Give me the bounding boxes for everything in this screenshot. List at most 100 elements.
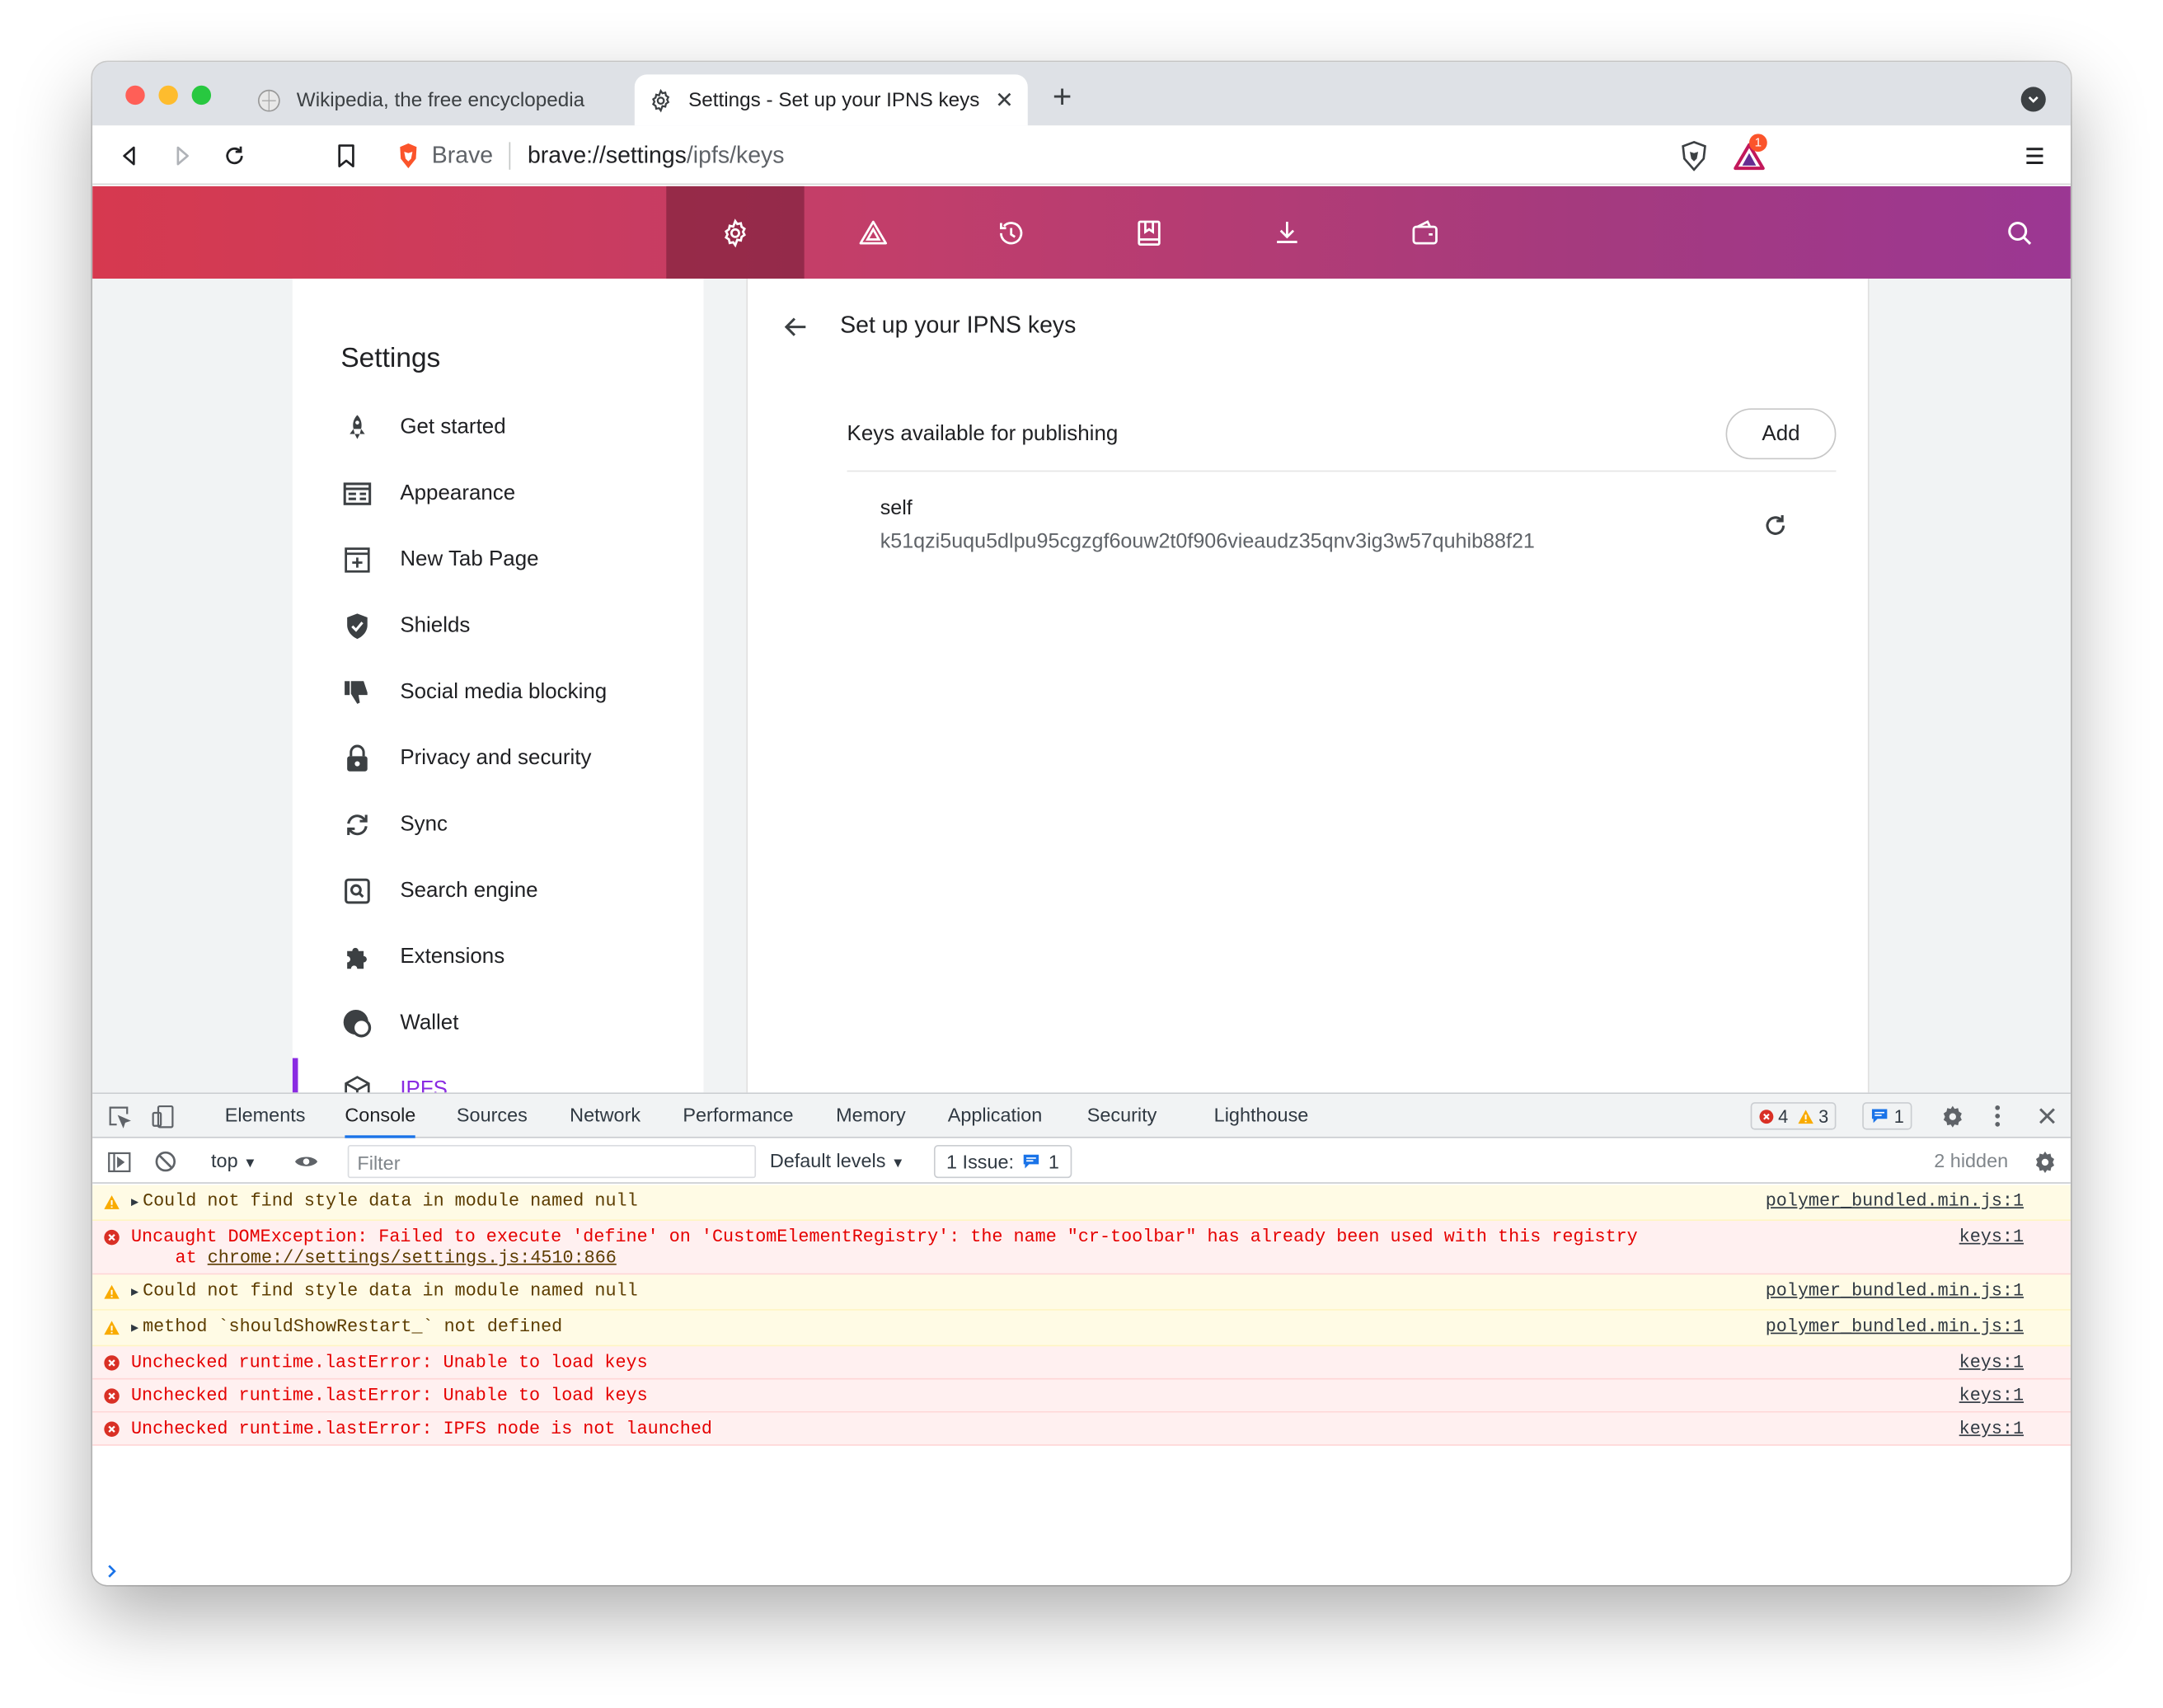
- address-bar[interactable]: Brave brave://settings/ipfs/keys: [384, 132, 1779, 178]
- device-toolbar-button[interactable]: [150, 1104, 175, 1128]
- devtools-tab-security[interactable]: Security: [1087, 1094, 1157, 1138]
- devtools-tab-application[interactable]: Application: [948, 1094, 1043, 1138]
- add-key-button[interactable]: Add: [1725, 408, 1837, 460]
- message-icon: [1023, 1154, 1039, 1169]
- forward-button[interactable]: [164, 138, 200, 174]
- tab-search-button[interactable]: [2020, 87, 2046, 112]
- reload-icon: [226, 146, 243, 165]
- expand-triangle-icon[interactable]: ▶: [131, 1286, 138, 1300]
- sidebar-item-new-tab-page[interactable]: New Tab Page: [340, 533, 539, 588]
- warning-icon: [1798, 1109, 1814, 1124]
- sidebar-item-appearance[interactable]: Appearance: [340, 467, 515, 522]
- reload-button[interactable]: [217, 138, 253, 174]
- sidebar-item-ipfs[interactable]: IPFS: [340, 1063, 448, 1093]
- nav-downloads[interactable]: [1218, 186, 1356, 279]
- back-button[interactable]: [112, 138, 148, 174]
- issues-button[interactable]: 1 Issue: 1: [933, 1145, 1072, 1179]
- message-source-link[interactable]: polymer_bundled.min.js:1: [1766, 1190, 2024, 1211]
- devtools-tab-console[interactable]: Console: [345, 1094, 416, 1138]
- tab-wikipedia[interactable]: Wikipedia, the free encyclopedia: [244, 74, 631, 125]
- sidebar-item-wallet[interactable]: Wallet: [340, 996, 458, 1051]
- stack-trace-link[interactable]: chrome://settings/settings.js:4510:866: [208, 1247, 617, 1268]
- devtools-tab-network[interactable]: Network: [570, 1094, 640, 1138]
- console-message[interactable]: Unchecked runtime.lastError: Unable to l…: [92, 1346, 2071, 1380]
- page-title: Set up your IPNS keys: [840, 312, 1077, 339]
- forward-icon: [176, 146, 189, 166]
- message-text: Uncaught DOMException: Failed to execute…: [130, 1226, 1638, 1247]
- console-settings-button[interactable]: [2032, 1149, 2057, 1174]
- log-levels-dropdown[interactable]: Default levels ▼: [770, 1149, 905, 1171]
- nav-rewards[interactable]: [805, 186, 942, 279]
- console-message[interactable]: ▶ Could not find style data in module nam…: [92, 1274, 2071, 1311]
- sidebar-item-search-engine[interactable]: Search engine: [340, 864, 538, 919]
- nav-history[interactable]: [942, 186, 1080, 279]
- expand-triangle-icon[interactable]: ▶: [131, 1196, 138, 1210]
- issue-counter[interactable]: 4 3: [1750, 1102, 1837, 1130]
- sidebar-item-privacy-and-security[interactable]: Privacy and security: [340, 731, 591, 786]
- live-expression-button[interactable]: [293, 1149, 318, 1174]
- devtools-tab-lighthouse[interactable]: Lighthouse: [1214, 1094, 1309, 1138]
- toggle-sidebar-button[interactable]: [106, 1149, 131, 1174]
- settings-title: Settings: [340, 343, 441, 374]
- sidebar-item-social-media-blocking[interactable]: Social media blocking: [340, 665, 607, 720]
- devtools-panel: Elements Console Sources Network Perform…: [92, 1092, 2071, 1585]
- message-source-link[interactable]: polymer_bundled.min.js:1: [1766, 1280, 2024, 1301]
- devtools-tab-elements[interactable]: Elements: [225, 1094, 306, 1138]
- messages-counter[interactable]: 1: [1862, 1102, 1912, 1130]
- clear-console-button[interactable]: [153, 1149, 178, 1174]
- console-message[interactable]: ▶ method `shouldShowRestart_` not defined…: [92, 1310, 2071, 1347]
- download-icon: [1277, 221, 1297, 243]
- new-tab-button[interactable]: +: [1044, 81, 1081, 118]
- settings-search-button[interactable]: [1950, 186, 2071, 279]
- devtools-settings-button[interactable]: [1940, 1104, 1964, 1128]
- message-source-link[interactable]: keys:1: [1959, 1227, 2024, 1247]
- appearance-icon: [340, 477, 373, 510]
- inspect-element-button[interactable]: [106, 1104, 131, 1128]
- nav-bookmarks[interactable]: [1080, 186, 1218, 279]
- dropdown-arrow-icon: ▼: [243, 1156, 257, 1171]
- message-source-link[interactable]: polymer_bundled.min.js:1: [1766, 1316, 2024, 1337]
- sidebar-item-shields[interactable]: Shields: [340, 598, 470, 654]
- expand-triangle-icon[interactable]: ▶: [131, 1321, 138, 1335]
- window-controls: [125, 85, 212, 106]
- message-source-link[interactable]: keys:1: [1959, 1418, 2024, 1438]
- bookmark-button[interactable]: [328, 138, 364, 174]
- console-message[interactable]: Uncaught DOMException: Failed to execute…: [92, 1221, 2071, 1275]
- message-source-link[interactable]: keys:1: [1959, 1352, 2024, 1372]
- back-arrow-button[interactable]: [778, 309, 814, 345]
- rotate-key-button[interactable]: [1759, 509, 1792, 542]
- devtools-tab-memory[interactable]: Memory: [836, 1094, 906, 1138]
- nav-wallet[interactable]: [1356, 186, 1494, 279]
- console-message[interactable]: Unchecked runtime.lastError: Unable to l…: [92, 1379, 2071, 1413]
- zoom-window-button[interactable]: [191, 85, 212, 106]
- brave-shields-button[interactable]: [1676, 138, 1712, 174]
- devtools-more-button[interactable]: [1985, 1104, 2010, 1128]
- console-filter-input[interactable]: Filter: [347, 1145, 757, 1179]
- tab-title: Wikipedia, the free encyclopedia: [296, 88, 585, 111]
- sidebar-item-extensions[interactable]: Extensions: [340, 930, 504, 985]
- tab-settings[interactable]: Settings - Set up your IPNS keys ✕: [634, 74, 1028, 126]
- close-tab-icon[interactable]: ✕: [989, 87, 1020, 114]
- console-prompt[interactable]: [106, 1563, 117, 1585]
- sidebar-item-sync[interactable]: Sync: [340, 797, 448, 852]
- wallet-icon: [1412, 219, 1438, 244]
- settings-header: [92, 185, 2071, 279]
- key-id: k51qzi5uqu5dlpu95cgzgf6ouw2t0f906vieaudz…: [880, 529, 1535, 554]
- sidebar-item-get-started[interactable]: Get started: [340, 400, 506, 455]
- main-menu-button[interactable]: [2017, 138, 2053, 174]
- levels-value: Default levels: [769, 1149, 886, 1171]
- close-devtools-button[interactable]: [2034, 1104, 2059, 1128]
- sidebar-item-label: New Tab Page: [400, 547, 539, 571]
- context-selector[interactable]: top ▼: [211, 1149, 257, 1171]
- brave-rewards-button[interactable]: 1: [1731, 134, 1767, 174]
- close-window-button[interactable]: [125, 85, 145, 106]
- console-message[interactable]: Unchecked runtime.lastError: IPFS node i…: [92, 1412, 2071, 1446]
- devtools-tab-performance[interactable]: Performance: [683, 1094, 793, 1138]
- nav-settings[interactable]: [666, 185, 805, 279]
- sidebar-item-label: IPFS: [400, 1077, 448, 1093]
- devtools-tab-sources[interactable]: Sources: [457, 1094, 528, 1138]
- console-message[interactable]: ▶ Could not find style data in module nam…: [92, 1185, 2071, 1222]
- minimize-window-button[interactable]: [158, 85, 178, 106]
- error-icon: [104, 1421, 120, 1438]
- message-source-link[interactable]: keys:1: [1959, 1385, 2024, 1405]
